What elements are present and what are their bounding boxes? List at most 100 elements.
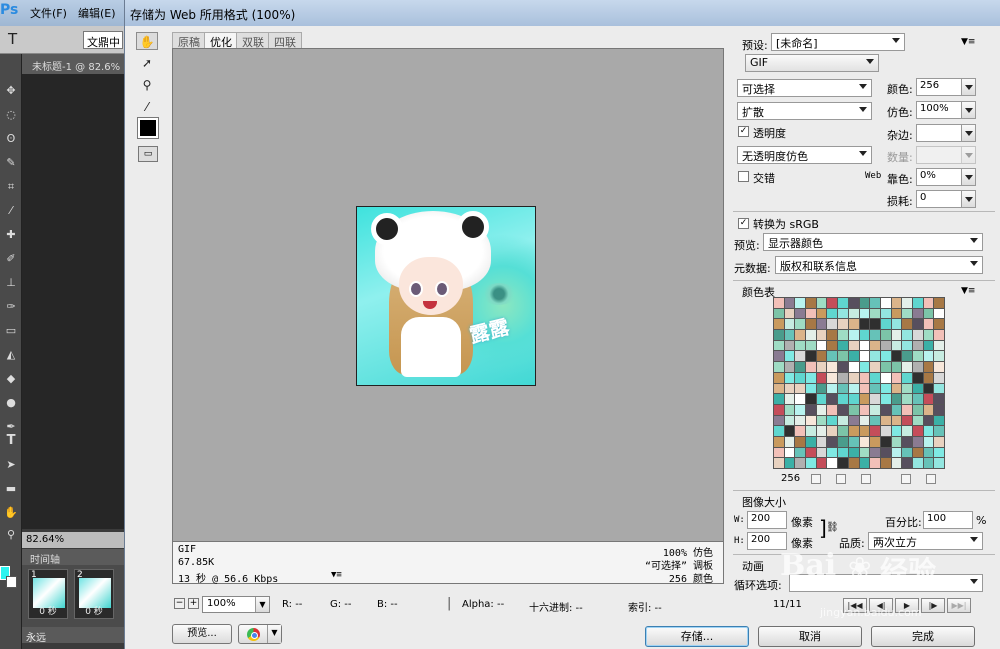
color-swatch[interactable] (795, 404, 806, 415)
color-swatch[interactable] (774, 415, 784, 426)
color-swatch[interactable] (806, 308, 816, 319)
color-swatch[interactable] (774, 308, 784, 319)
color-swatch[interactable] (912, 319, 923, 330)
save-button[interactable]: 存储... (645, 626, 749, 647)
color-swatch[interactable] (838, 319, 848, 330)
color-swatch[interactable] (891, 330, 902, 340)
chevron-down-icon[interactable] (961, 79, 975, 95)
color-swatch[interactable] (806, 404, 816, 415)
map-to-transparent-icon[interactable] (811, 474, 821, 484)
color-swatch[interactable] (838, 340, 848, 351)
color-swatch[interactable] (827, 404, 838, 415)
color-swatch[interactable] (848, 426, 859, 436)
color-swatch[interactable] (870, 426, 880, 436)
last-frame-button[interactable]: ▶▶| (947, 598, 971, 613)
color-swatch[interactable] (934, 447, 944, 458)
color-swatch[interactable] (923, 447, 934, 458)
color-swatch[interactable] (795, 298, 806, 308)
color-swatch[interactable] (923, 436, 934, 447)
color-swatch[interactable] (816, 394, 827, 404)
document-tab[interactable]: 未标题-1 @ 82.6% (22, 54, 124, 74)
color-swatch[interactable] (827, 436, 838, 447)
color-swatch[interactable] (774, 426, 784, 436)
color-swatch[interactable] (891, 436, 902, 447)
color-swatch[interactable] (902, 394, 912, 404)
pen-tool-icon[interactable]: ✒ (3, 420, 19, 434)
first-frame-button[interactable]: |◀◀ (843, 598, 867, 613)
eyedropper-tool-icon[interactable]: ⁄ (3, 204, 19, 218)
color-swatch[interactable] (880, 436, 891, 447)
dither-algorithm-select[interactable]: 扩散 (737, 102, 872, 120)
color-swatch[interactable] (795, 362, 806, 372)
zoom-select[interactable]: 100% ▼ (202, 596, 270, 613)
color-swatch[interactable] (774, 351, 784, 362)
matte-field[interactable] (916, 124, 976, 142)
preset-select[interactable]: [未命名] (771, 33, 905, 51)
color-swatch[interactable] (880, 330, 891, 340)
color-swatch[interactable] (912, 383, 923, 394)
path-select-icon[interactable]: ➤ (3, 458, 19, 472)
preview-in-browser-button[interactable]: 预览... (172, 624, 232, 644)
color-swatch[interactable] (795, 319, 806, 330)
color-swatch[interactable] (848, 308, 859, 319)
chevron-down-icon[interactable] (961, 191, 975, 207)
dither-field[interactable]: 100% (916, 101, 976, 119)
play-button[interactable]: ▶ (895, 598, 919, 613)
color-swatch[interactable] (848, 330, 859, 340)
color-swatch[interactable] (816, 415, 827, 426)
frame-delay[interactable]: 0 秒 (75, 604, 113, 617)
color-swatch[interactable] (795, 394, 806, 404)
color-swatch[interactable] (784, 351, 795, 362)
color-swatch[interactable] (923, 319, 934, 330)
delete-color-icon[interactable] (926, 474, 936, 484)
color-swatch[interactable] (827, 351, 838, 362)
color-swatch[interactable] (774, 372, 784, 383)
percent-field[interactable]: 100 (923, 511, 973, 529)
color-swatch[interactable] (880, 319, 891, 330)
color-swatch[interactable] (827, 372, 838, 383)
color-swatch[interactable] (827, 415, 838, 426)
color-swatch[interactable] (859, 383, 870, 394)
color-swatch[interactable] (795, 447, 806, 458)
color-swatch[interactable] (880, 372, 891, 383)
web-snap-field[interactable]: 0% (916, 168, 976, 186)
color-swatch[interactable] (934, 383, 944, 394)
color-swatch[interactable] (870, 415, 880, 426)
color-swatch[interactable] (891, 298, 902, 308)
web-shift-icon[interactable] (836, 474, 846, 484)
color-swatch[interactable] (848, 436, 859, 447)
loop-option[interactable]: 永远 (22, 627, 124, 644)
color-swatch[interactable] (848, 394, 859, 404)
color-swatch[interactable] (870, 319, 880, 330)
color-swatch[interactable] (902, 458, 912, 468)
color-swatch[interactable] (859, 319, 870, 330)
lossy-field[interactable]: 0 (916, 190, 976, 208)
loop-options-select[interactable] (789, 574, 983, 592)
zoom-tool-icon[interactable]: ⚲ (136, 76, 158, 94)
color-swatch[interactable] (902, 383, 912, 394)
color-swatch[interactable] (774, 362, 784, 372)
color-swatch[interactable] (870, 458, 880, 468)
color-swatch[interactable] (795, 383, 806, 394)
color-swatch[interactable] (816, 351, 827, 362)
color-swatch[interactable] (774, 447, 784, 458)
color-swatch[interactable] (923, 458, 934, 468)
color-swatch[interactable] (923, 308, 934, 319)
color-swatch[interactable] (891, 362, 902, 372)
color-swatch[interactable] (902, 436, 912, 447)
color-swatch[interactable] (923, 394, 934, 404)
tab-original[interactable]: 原稿 (172, 32, 206, 49)
color-swatch[interactable] (774, 458, 784, 468)
color-swatch[interactable] (934, 394, 944, 404)
color-swatch[interactable] (827, 308, 838, 319)
color-swatch[interactable] (912, 372, 923, 383)
color-swatch[interactable] (870, 340, 880, 351)
color-swatch[interactable] (912, 415, 923, 426)
color-swatch[interactable] (870, 308, 880, 319)
color-swatch[interactable] (934, 340, 944, 351)
color-swatch[interactable] (912, 298, 923, 308)
color-swatch[interactable] (774, 394, 784, 404)
color-swatch[interactable] (923, 415, 934, 426)
color-swatch[interactable] (902, 372, 912, 383)
chevron-down-icon[interactable] (961, 102, 975, 118)
